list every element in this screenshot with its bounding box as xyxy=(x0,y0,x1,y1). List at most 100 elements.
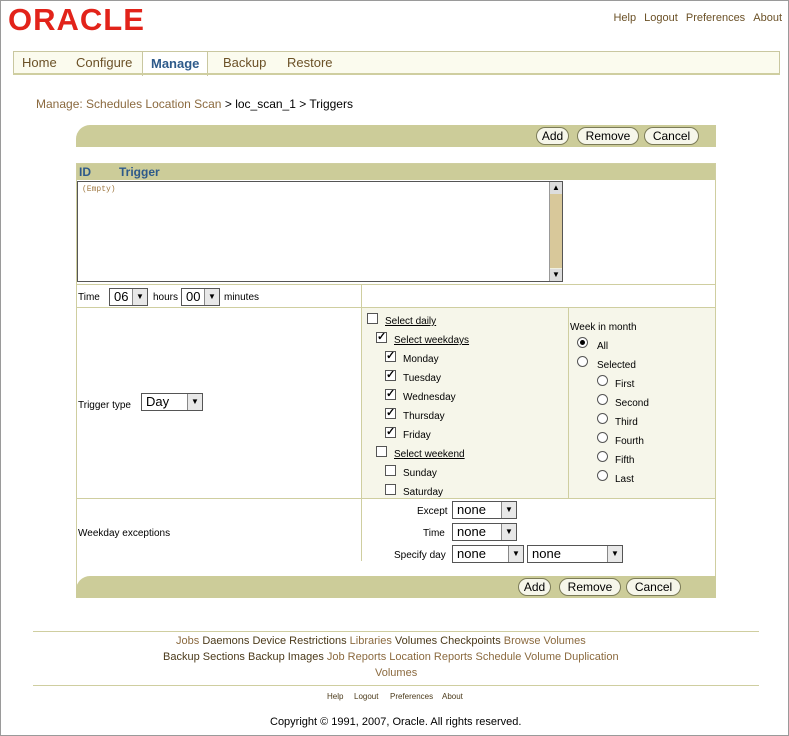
scroll-down-icon[interactable]: ▼ xyxy=(550,269,562,281)
breadcrumb-current: Triggers xyxy=(309,97,353,111)
scroll-thumb[interactable] xyxy=(550,194,562,268)
selected-radio[interactable] xyxy=(577,356,588,367)
footer-link-daemons[interactable]: Daemons xyxy=(202,635,249,647)
except-select[interactable]: none ▼ xyxy=(452,501,517,519)
friday-checkbox[interactable]: ✓ xyxy=(385,427,396,438)
tuesday-checkbox[interactable]: ✓ xyxy=(385,370,396,381)
bottom-button-bar: Add Remove Cancel xyxy=(76,576,716,598)
third-radio[interactable] xyxy=(597,413,608,424)
select-daily-label: Select daily xyxy=(385,316,437,327)
tab-restore[interactable]: Restore xyxy=(287,52,333,73)
exception-time-label: Time xyxy=(423,528,445,539)
thursday-checkbox[interactable]: ✓ xyxy=(385,408,396,419)
chevron-down-icon: ▼ xyxy=(204,289,219,305)
breadcrumb-location-scan[interactable]: Location Scan xyxy=(145,97,221,111)
first-label: First xyxy=(615,379,635,390)
remove-button[interactable]: Remove xyxy=(559,578,621,596)
footer-link-job-reports[interactable]: Job Reports xyxy=(327,651,386,663)
footer-help-link[interactable]: Help xyxy=(327,692,343,701)
footer-link-location-reports[interactable]: Location Reports xyxy=(389,651,472,663)
breadcrumb-separator: > xyxy=(299,97,307,111)
cancel-button[interactable]: Cancel xyxy=(644,127,699,145)
breadcrumb-manage-schedules[interactable]: Manage: Schedules xyxy=(36,97,142,111)
exception-time-select[interactable]: none ▼ xyxy=(452,523,517,541)
column-header-id: ID xyxy=(79,165,91,179)
second-label: Second xyxy=(615,398,649,409)
footer-preferences-link[interactable]: Preferences xyxy=(390,692,433,701)
footer-links-row-2: Backup Sections Backup Images Job Report… xyxy=(163,651,619,663)
footer-link-schedule-volume-duplication[interactable]: Schedule Volume Duplication xyxy=(476,651,619,663)
scroll-up-icon[interactable]: ▲ xyxy=(550,182,562,194)
select-weekdays-checkbox[interactable]: ✓ xyxy=(376,332,387,343)
all-radio[interactable] xyxy=(577,337,588,348)
except-label: Except xyxy=(417,506,448,517)
fourth-radio[interactable] xyxy=(597,432,608,443)
hours-select[interactable]: 06 ▼ xyxy=(109,288,148,306)
fourth-label: Fourth xyxy=(615,436,644,447)
minutes-value: 00 xyxy=(186,289,201,304)
minutes-label: minutes xyxy=(224,292,260,303)
footer-link-device-restrictions[interactable]: Device Restrictions xyxy=(252,635,346,647)
footer-link-volumes-2[interactable]: Volumes xyxy=(375,667,417,679)
footer-link-libraries[interactable]: Libraries xyxy=(350,635,392,647)
trigger-listbox[interactable]: (Empty) ▲ ▼ xyxy=(77,181,563,282)
footer-link-backup-sections[interactable]: Backup Sections xyxy=(163,651,245,663)
breadcrumb-loc-scan[interactable]: loc_scan_1 xyxy=(235,97,296,111)
about-link[interactable]: About xyxy=(753,12,782,24)
saturday-label: Saturday xyxy=(403,487,444,498)
all-label: All xyxy=(597,341,609,352)
tab-home[interactable]: Home xyxy=(22,52,57,73)
footer-logout-link[interactable]: Logout xyxy=(354,692,378,701)
add-button[interactable]: Add xyxy=(518,578,551,596)
trigger-type-select[interactable]: Day ▼ xyxy=(141,393,203,411)
chevron-down-icon: ▼ xyxy=(501,502,516,518)
hours-label: hours xyxy=(153,292,179,303)
divider xyxy=(77,284,715,285)
saturday-checkbox[interactable] xyxy=(385,484,396,495)
footer-link-jobs[interactable]: Jobs xyxy=(176,635,199,647)
remove-button[interactable]: Remove xyxy=(577,127,639,145)
select-weekend-checkbox[interactable] xyxy=(376,446,387,457)
footer-link-backup-images[interactable]: Backup Images xyxy=(248,651,324,663)
hours-value: 06 xyxy=(114,289,129,304)
first-radio[interactable] xyxy=(597,375,608,386)
footer-link-checkpoints[interactable]: Checkpoints xyxy=(440,635,501,647)
chevron-down-icon: ▼ xyxy=(501,524,516,540)
monday-checkbox[interactable]: ✓ xyxy=(385,351,396,362)
tab-configure[interactable]: Configure xyxy=(76,52,132,73)
help-link[interactable]: Help xyxy=(613,12,636,24)
specify-day-select-1[interactable]: none ▼ xyxy=(452,545,524,563)
second-radio[interactable] xyxy=(597,394,608,405)
footer-about-link[interactable]: About xyxy=(442,692,463,701)
preferences-link[interactable]: Preferences xyxy=(686,12,745,24)
chevron-down-icon: ▼ xyxy=(508,546,523,562)
wednesday-checkbox[interactable]: ✓ xyxy=(385,389,396,400)
specify-day-value-2: none xyxy=(532,546,561,561)
select-daily-checkbox[interactable] xyxy=(367,313,378,324)
specify-day-select-2[interactable]: none ▼ xyxy=(527,545,623,563)
cancel-button[interactable]: Cancel xyxy=(626,578,681,596)
add-button[interactable]: Add xyxy=(536,127,569,145)
friday-label: Friday xyxy=(403,430,431,441)
logout-link[interactable]: Logout xyxy=(644,12,678,24)
minutes-select[interactable]: 00 ▼ xyxy=(181,288,220,306)
breadcrumb: Manage: Schedules Location Scan > loc_sc… xyxy=(36,97,353,111)
sunday-checkbox[interactable] xyxy=(385,465,396,476)
select-weekend-label: Select weekend xyxy=(394,449,465,460)
fifth-radio[interactable] xyxy=(597,451,608,462)
global-links: Help Logout Preferences About xyxy=(608,12,782,24)
table-header: ID Trigger xyxy=(77,164,715,180)
copyright-text: Copyright © 1991, 2007, Oracle. All righ… xyxy=(270,716,522,728)
tab-backup[interactable]: Backup xyxy=(223,52,266,73)
column-header-trigger: Trigger xyxy=(119,165,160,179)
chevron-down-icon: ▼ xyxy=(132,289,147,305)
except-value: none xyxy=(457,502,486,517)
triggers-table: ID Trigger (Empty) ▲ ▼ Time 06 ▼ hours 0… xyxy=(76,163,716,598)
footer-link-browse-volumes[interactable]: Browse Volumes xyxy=(504,635,586,647)
footer-link-volumes[interactable]: Volumes xyxy=(395,635,437,647)
last-radio[interactable] xyxy=(597,470,608,481)
listbox-scrollbar[interactable]: ▲ ▼ xyxy=(549,182,562,281)
select-weekdays-label: Select weekdays xyxy=(394,335,470,346)
divider xyxy=(77,498,715,499)
footer-rule xyxy=(33,685,759,686)
